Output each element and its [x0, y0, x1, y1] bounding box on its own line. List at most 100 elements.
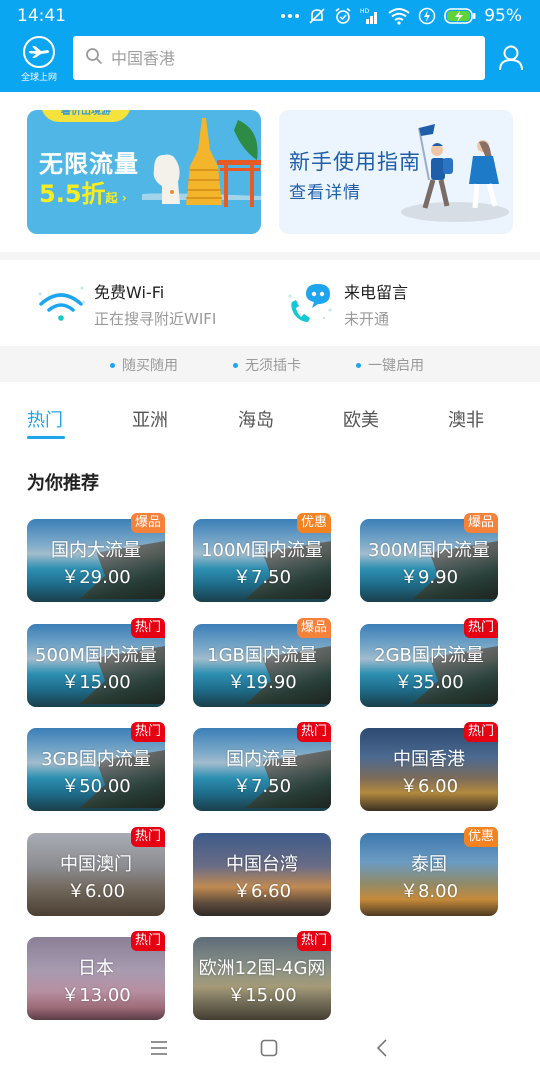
- landmarks-illustration: [142, 118, 261, 207]
- tab-islands[interactable]: 海岛: [238, 406, 274, 432]
- region-tabs: 热门 亚洲 海岛 欧美 澳非: [0, 386, 540, 440]
- airplane-icon: [23, 36, 55, 68]
- active-tab-indicator: [27, 436, 65, 439]
- back-icon[interactable]: [368, 1036, 396, 1060]
- product-badge: 爆品: [296, 618, 331, 638]
- service-title: 免费Wi-Fi: [94, 283, 165, 302]
- battery-percent: 95%: [484, 6, 522, 26]
- product-price: ￥35.00: [394, 672, 464, 693]
- bullet-dot: [356, 362, 361, 368]
- product-card[interactable]: 日本 ￥13.00 热门: [27, 931, 165, 1020]
- product-badge: 热门: [463, 722, 498, 742]
- feature-label: 一键启用: [368, 358, 424, 374]
- product-price: ￥15.00: [61, 672, 131, 693]
- search-bar[interactable]: [73, 36, 485, 80]
- product-name: 国内流量: [226, 749, 298, 770]
- product-badge: 优惠: [296, 513, 331, 533]
- tab-hot[interactable]: 热门: [27, 406, 63, 432]
- tab-asia[interactable]: 亚洲: [132, 406, 168, 432]
- tab-europe-america[interactable]: 欧美: [343, 406, 379, 432]
- discount-value: 5.5折: [39, 180, 106, 208]
- user-icon[interactable]: [498, 44, 524, 72]
- product-card[interactable]: 国内流量 ￥7.50 热门: [193, 722, 331, 811]
- product-price: ￥19.90: [227, 672, 297, 693]
- product-card[interactable]: 中国台湾 ￥6.60: [193, 833, 331, 916]
- status-bar: 14:41 HD 95%: [0, 0, 540, 34]
- product-badge: 热门: [130, 931, 165, 951]
- product-name: 100M国内流量: [201, 540, 323, 561]
- product-badge: 优惠: [463, 827, 498, 847]
- product-price: ￥15.00: [227, 985, 297, 1006]
- product-card[interactable]: 2GB国内流量 ￥35.00 热门: [360, 618, 498, 707]
- app-logo[interactable]: 全球上网: [14, 36, 64, 86]
- promo-banner-unlimited[interactable]: 暑价出境游 无限流量 5.5折起 ›: [27, 110, 261, 234]
- search-icon: [85, 47, 103, 69]
- home-icon[interactable]: [255, 1036, 283, 1060]
- travelers-illustration: [401, 124, 509, 222]
- hd-signal-icon: HD: [360, 6, 380, 26]
- product-price: ￥7.50: [232, 776, 292, 797]
- product-name: 中国香港: [393, 749, 465, 770]
- feature-label: 随买随用: [122, 358, 178, 374]
- services-row: 免费Wi-Fi 正在搜寻附近WIFI 来电留言 未开通: [0, 260, 540, 346]
- service-status: 未开通: [344, 310, 390, 328]
- feature-item: 随买随用: [110, 355, 178, 375]
- section-divider: [0, 252, 540, 260]
- product-name: 3GB国内流量: [41, 749, 151, 770]
- product-badge: 热门: [296, 722, 331, 742]
- product-card[interactable]: 300M国内流量 ￥9.90 爆品: [360, 513, 498, 602]
- voicemail-phone-icon: [284, 280, 340, 326]
- guide-banner[interactable]: 新手使用指南 查看详情: [279, 110, 513, 234]
- product-price: ￥7.50: [232, 567, 292, 588]
- battery-icon: [444, 6, 476, 26]
- bullet-dot: [233, 362, 238, 368]
- alarm-icon: [334, 6, 352, 26]
- banner-area: 暑价出境游 无限流量 5.5折起 › 新手使用指南 查看详情: [0, 92, 540, 252]
- search-input[interactable]: [111, 48, 451, 68]
- product-badge: 热门: [296, 931, 331, 951]
- product-name: 泰国: [411, 854, 447, 875]
- product-name: 中国台湾: [226, 854, 298, 875]
- product-price: ￥6.00: [399, 776, 459, 797]
- logo-label: 全球上网: [20, 73, 57, 83]
- product-badge: 热门: [463, 618, 498, 638]
- product-badge: 热门: [130, 827, 165, 847]
- product-card[interactable]: 国内大流量 ￥29.00 爆品: [27, 513, 165, 602]
- product-card[interactable]: 100M国内流量 ￥7.50 优惠: [193, 513, 331, 602]
- product-badge: 热门: [130, 618, 165, 638]
- product-name: 500M国内流量: [35, 645, 157, 666]
- recommend-title: 为你推荐: [27, 473, 99, 494]
- product-price: ￥9.90: [399, 567, 459, 588]
- product-card[interactable]: 1GB国内流量 ￥19.90 爆品: [193, 618, 331, 707]
- notifications-off-icon: [308, 6, 326, 26]
- banner-discount: 5.5折起 ›: [39, 174, 127, 209]
- service-title: 来电留言: [344, 283, 409, 302]
- svg-text:HD: HD: [360, 8, 370, 15]
- product-price: ￥29.00: [61, 567, 131, 588]
- product-name: 300M国内流量: [368, 540, 490, 561]
- system-nav-bar: [0, 1020, 540, 1080]
- menu-icon[interactable]: [145, 1036, 173, 1060]
- voicemail-service[interactable]: 来电留言 未开通: [284, 280, 408, 330]
- product-badge: 爆品: [130, 513, 165, 533]
- banner-ribbon: 暑价出境游: [41, 110, 131, 122]
- bullet-dot: [110, 362, 115, 368]
- product-card[interactable]: 中国香港 ￥6.00 热门: [360, 722, 498, 811]
- product-badge: 热门: [130, 722, 165, 742]
- product-name: 日本: [78, 958, 114, 979]
- product-price: ￥6.00: [66, 881, 126, 902]
- product-card[interactable]: 欧洲12国-4G网 ￥15.00 热门: [193, 931, 331, 1020]
- product-card[interactable]: 中国澳门 ￥6.00 热门: [27, 827, 165, 916]
- feature-item: 一键启用: [356, 355, 424, 375]
- product-price: ￥50.00: [61, 776, 131, 797]
- charging-icon: [418, 6, 436, 26]
- tab-oceania-africa[interactable]: 澳非: [448, 406, 484, 432]
- product-card[interactable]: 泰国 ￥8.00 优惠: [360, 827, 498, 916]
- product-name: 中国澳门: [60, 854, 132, 875]
- discount-suffix: 起 ›: [105, 191, 127, 205]
- status-time: 14:41: [17, 6, 66, 26]
- product-name: 国内大流量: [51, 540, 141, 561]
- product-card[interactable]: 500M国内流量 ￥15.00 热门: [27, 618, 165, 707]
- product-card[interactable]: 3GB国内流量 ￥50.00 热门: [27, 722, 165, 811]
- free-wifi-service[interactable]: 免费Wi-Fi 正在搜寻附近WIFI: [34, 280, 216, 330]
